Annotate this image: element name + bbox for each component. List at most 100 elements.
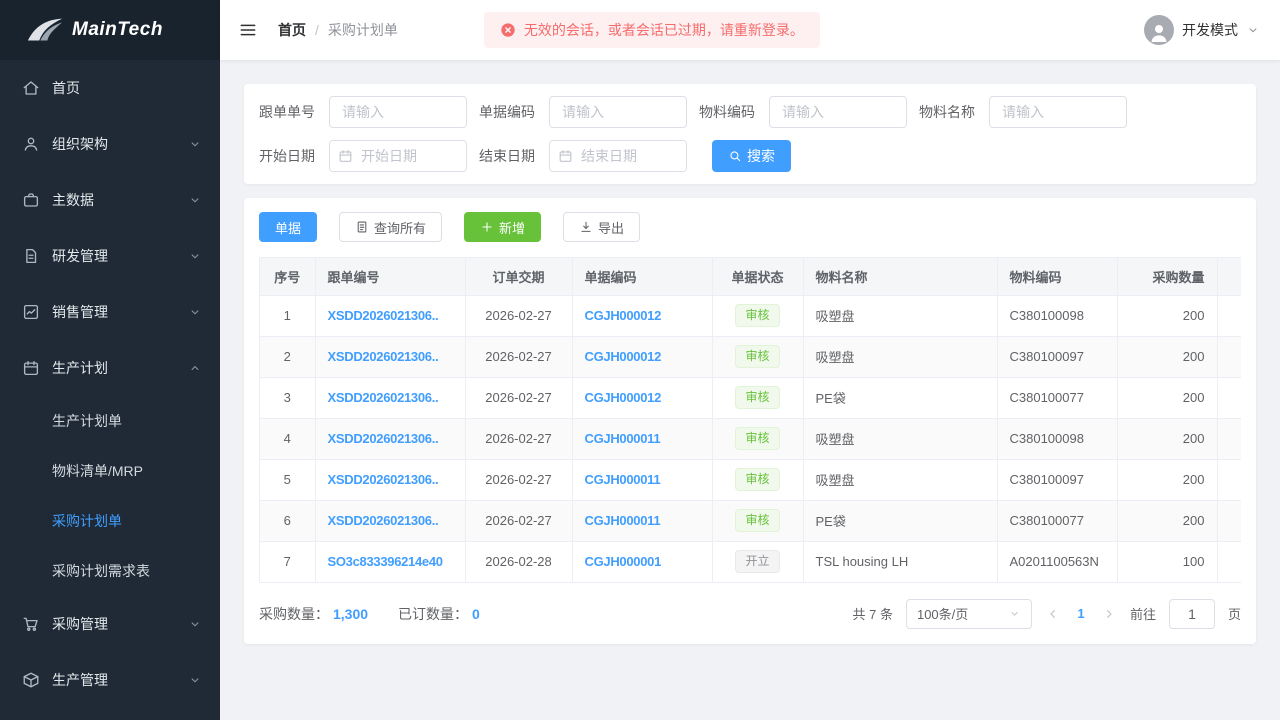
cell-material-code: C380100077 [997,500,1117,541]
cell-material-name: 吸塑盘 [803,336,997,377]
brand-name: MainTech [72,19,163,41]
filter-row-text: 跟单单号 单据编码 物料编码 物料名称 [259,96,1241,128]
doc-code-input[interactable] [549,96,687,128]
cell-extra [1217,336,1241,377]
query-all-button[interactable]: 查询所有 [339,212,442,242]
doc-icon [355,220,369,234]
ordered-qty-value: 0 [472,606,480,622]
status-badge: 审核 [735,468,779,490]
status-badge: 审核 [735,386,779,408]
status-badge: 审核 [735,345,779,367]
cell-status: 审核 [712,500,803,541]
app-logo: MainTech [0,0,220,60]
add-button[interactable]: 新增 [464,212,541,242]
current-page[interactable]: 1 [1074,606,1088,621]
filter-label: 物料编码 [699,102,755,122]
top-header: 首页 / 采购计划单 无效的会话，或者会话已过期，请重新登录。 开发模式 [220,0,1280,60]
cell-purchase-qty: 200 [1117,295,1217,336]
cell-doc-no-link[interactable]: CGJH000011 [572,459,712,500]
sidebar-subitem-production-plan-order[interactable]: 生产计划单 [0,396,220,446]
cart-icon [22,615,40,633]
page-size-select[interactable]: 100条/页 [906,599,1032,629]
cell-material-name: PE袋 [803,500,997,541]
sidebar-subitem-bom-mrp[interactable]: 物料清单/MRP [0,446,220,496]
breadcrumb-home[interactable]: 首页 [278,20,306,40]
purchase-plan-table: 序号跟单编号订单交期单据编码单据状态物料名称物料编码采购数量 1 XSDD202… [260,258,1241,583]
cell-doc-no-link[interactable]: CGJH000012 [572,377,712,418]
box-icon [22,671,40,689]
cell-doc-no-link[interactable]: CGJH000012 [572,336,712,377]
next-page-button[interactable] [1101,606,1117,622]
column-header: 物料名称 [803,258,997,295]
cell-material-name: 吸塑盘 [803,418,997,459]
sidebar-item-home[interactable]: 首页 [0,60,220,116]
filter-field-material-name: 物料名称 [919,96,1127,128]
cell-delivery-date: 2026-02-27 [465,377,572,418]
chevron-down-icon [188,137,202,151]
cell-order-no-link[interactable]: XSDD2026021306.. [315,295,465,336]
filter-field-start-date: 开始日期 [259,140,467,172]
sidebar-item-purchasing[interactable]: 采购管理 [0,596,220,652]
cell-seq: 6 [260,500,315,541]
cell-delivery-date: 2026-02-27 [465,295,572,336]
cell-material-code: C380100098 [997,295,1117,336]
sidebar-item-master-data[interactable]: 主数据 [0,172,220,228]
sidebar-item-label: 研发管理 [52,246,188,266]
sidebar-subitem-purchase-plan-demand[interactable]: 采购计划需求表 [0,546,220,596]
cell-status: 开立 [712,541,803,582]
home-icon [22,79,40,97]
download-icon [579,220,593,234]
status-badge: 审核 [735,427,779,449]
page-size-value: 100条/页 [917,604,968,623]
search-button-label: 搜索 [747,146,775,166]
cell-order-no-link[interactable]: XSDD2026021306.. [315,377,465,418]
cell-seq: 4 [260,418,315,459]
material-code-input[interactable] [769,96,907,128]
sidebar-subitem-purchase-plan-order[interactable]: 采购计划单 [0,496,220,546]
sidebar-item-sales[interactable]: 销售管理 [0,284,220,340]
material-name-input[interactable] [989,96,1127,128]
prev-page-button[interactable] [1045,606,1061,622]
cell-doc-no-link[interactable]: CGJH000011 [572,500,712,541]
sidebar-item-manufacturing[interactable]: 生产管理 [0,652,220,708]
sidebar: MainTech 首页 组织架构 主数据 研发管理 销售管理 生产计划 生产计划… [0,0,220,720]
pagination: 共 7 条 100条/页 1 前往 页 [853,599,1242,629]
start-date-picker [329,140,467,172]
filter-label: 结束日期 [479,146,535,166]
cell-seq: 1 [260,295,315,336]
alert-text: 无效的会话，或者会话已过期，请重新登录。 [524,20,804,40]
search-button[interactable]: 搜索 [712,140,791,172]
cell-order-no-link[interactable]: XSDD2026021306.. [315,500,465,541]
cell-order-no-link[interactable]: XSDD2026021306.. [315,336,465,377]
export-button[interactable]: 导出 [563,212,640,242]
column-header: 单据编码 [572,258,712,295]
cell-order-no-link[interactable]: SO3c833396214e40 [315,541,465,582]
cell-doc-no-link[interactable]: CGJH000011 [572,418,712,459]
cell-doc-no-link[interactable]: CGJH000012 [572,295,712,336]
calendar-icon [558,149,573,164]
menu-collapse-icon[interactable] [238,20,258,40]
breadcrumb: 首页 / 采购计划单 [278,20,398,40]
sidebar-item-rd[interactable]: 研发管理 [0,228,220,284]
cell-doc-no-link[interactable]: CGJH000001 [572,541,712,582]
user-menu[interactable]: 开发模式 [1144,15,1260,45]
goto-label: 前往 [1130,604,1156,623]
cell-order-no-link[interactable]: XSDD2026021306.. [315,459,465,500]
cell-order-no-link[interactable]: XSDD2026021306.. [315,418,465,459]
follow-order-no-input[interactable] [329,96,467,128]
cell-material-code: C380100097 [997,459,1117,500]
cell-delivery-date: 2026-02-28 [465,541,572,582]
cell-extra [1217,377,1241,418]
breadcrumb-current: 采购计划单 [328,20,398,40]
goto-page-input[interactable] [1169,599,1215,629]
cell-extra [1217,459,1241,500]
cell-status: 审核 [712,336,803,377]
table-row: 1 XSDD2026021306.. 2026-02-27 CGJH000012… [260,295,1241,336]
doc-button[interactable]: 单据 [259,212,317,242]
sidebar-item-org[interactable]: 组织架构 [0,116,220,172]
chart-icon [22,303,40,321]
chevron-down-icon [188,617,202,631]
error-icon [500,22,516,38]
cell-material-code: C380100097 [997,336,1117,377]
sidebar-item-production-plan[interactable]: 生产计划 [0,340,220,396]
